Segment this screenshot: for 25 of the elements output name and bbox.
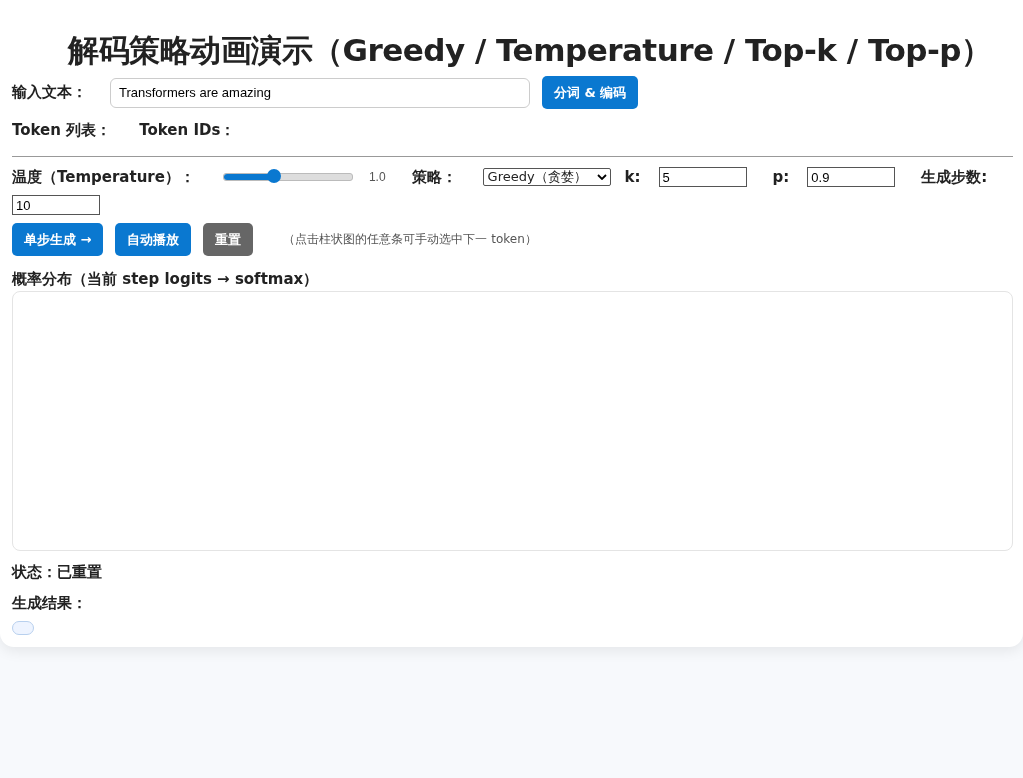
p-input[interactable]: 0.9 <box>807 167 896 187</box>
action-button[interactable]: 自动播放 <box>115 223 192 256</box>
steps-input[interactable]: 10 <box>12 195 100 215</box>
caret-icon <box>596 174 607 180</box>
temperature-label: 温度（Temperature）： <box>12 167 195 187</box>
steps-label: 生成步数: <box>921 167 988 187</box>
strategy-label: 策略： <box>411 167 457 187</box>
k-input[interactable]: 5 <box>658 167 747 187</box>
result-label: 生成结果： <box>12 594 88 613</box>
tokenize-button[interactable]: 分词 & 编码 <box>542 76 639 109</box>
temperature-value: 1.0 <box>368 170 386 184</box>
chart-title: 概率分布（当前 step logits → softmax） <box>12 270 320 289</box>
p-label: p: <box>772 168 790 186</box>
strategy-dropdown[interactable]: Greedy（贪婪） <box>482 168 611 186</box>
result-box <box>12 621 34 635</box>
action-button[interactable]: 单步生成 → <box>12 223 104 256</box>
text-input[interactable]: Transformers are amazing <box>110 77 530 108</box>
input-label: 输入文本： <box>12 83 88 102</box>
token-list-label: Token 列表： <box>12 121 112 140</box>
hint-text: （点击柱状图的任意条可手动选中下一 token） <box>283 231 537 248</box>
k-label: k: <box>624 168 641 186</box>
token-ids-label: Token IDs： <box>139 121 236 140</box>
page-title: 解码策略动画演示（Greedy / Temperature / Top-k / Top-p） <box>68 31 993 70</box>
action-button[interactable]: 重置 <box>203 223 254 256</box>
status-text: 状态：已重置 <box>12 563 103 582</box>
